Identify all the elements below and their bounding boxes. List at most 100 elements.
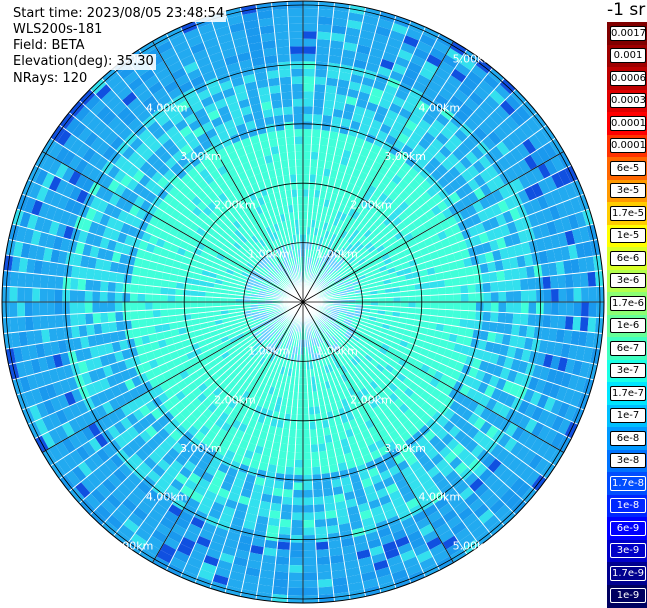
range-bin xyxy=(468,311,476,320)
range-bin xyxy=(468,293,476,302)
range-bin xyxy=(296,174,303,182)
range-bin xyxy=(544,302,552,315)
range-bin xyxy=(295,452,303,460)
colorbar-legend: 0.00170.0010.00060.00030.000170.00016e-5… xyxy=(607,22,647,607)
range-bin xyxy=(283,489,294,497)
range-bin xyxy=(273,16,288,25)
range-bin xyxy=(323,488,334,497)
range-bin xyxy=(445,310,453,318)
range-bin xyxy=(122,302,130,312)
range-bin xyxy=(303,415,309,423)
range-label: 3.00km xyxy=(180,150,222,163)
range-bin xyxy=(115,282,123,292)
range-bin xyxy=(205,297,213,302)
range-bin xyxy=(115,302,123,312)
range-bin xyxy=(277,542,290,551)
range-bin xyxy=(290,46,303,54)
range-bin xyxy=(314,92,325,100)
range-bin xyxy=(316,47,330,56)
colorbar-step-label: 3e-6 xyxy=(610,273,646,288)
range-bin xyxy=(100,302,108,313)
range-bin xyxy=(295,144,303,152)
range-bin xyxy=(520,278,528,290)
range-bin xyxy=(282,497,293,505)
range-bin xyxy=(71,266,80,279)
range-bin xyxy=(287,444,295,452)
ppi-scan-plot: 1.00km1.00km1.00km1.00km2.00km2.00km2.00… xyxy=(0,0,647,607)
range-bin xyxy=(303,550,316,558)
range-bin xyxy=(79,325,88,338)
range-bin xyxy=(288,573,303,581)
range-bin xyxy=(122,293,130,303)
range-bin xyxy=(48,275,57,289)
range-bin xyxy=(303,460,312,468)
colorbar-step: 1e-6 xyxy=(607,315,647,338)
range-bin xyxy=(70,302,78,314)
range-bin xyxy=(475,311,483,321)
range-bin xyxy=(483,292,491,302)
range-bin xyxy=(175,302,183,309)
range-bin xyxy=(290,61,303,69)
range-bin xyxy=(292,505,303,513)
colorbar-step-label: 6e-5 xyxy=(610,161,646,176)
range-bin xyxy=(565,274,574,289)
range-bin xyxy=(566,302,574,316)
range-bin xyxy=(205,302,213,307)
range-bin xyxy=(294,129,303,137)
field-text: Field: BETA xyxy=(11,38,86,54)
range-bin xyxy=(269,510,281,519)
range-bin xyxy=(303,99,314,107)
range-bin xyxy=(85,313,93,325)
range-bin xyxy=(101,323,110,334)
range-bin xyxy=(467,275,476,285)
range-bin xyxy=(314,519,326,527)
range-bin xyxy=(289,565,303,573)
range-bin xyxy=(123,283,131,293)
range-bin xyxy=(303,136,312,144)
range-bin xyxy=(153,310,161,318)
range-bin xyxy=(131,319,140,329)
range-bin xyxy=(10,302,18,317)
range-bin xyxy=(296,430,303,438)
range-bin xyxy=(277,54,290,63)
range-bin xyxy=(55,289,63,302)
range-bin xyxy=(138,310,146,319)
range-bin xyxy=(303,144,311,152)
range-bin xyxy=(40,302,48,316)
range-bin xyxy=(311,452,320,460)
nrays-text: NRays: 120 xyxy=(11,71,89,87)
range-bin xyxy=(283,107,294,115)
range-bin xyxy=(274,571,289,580)
range-bin xyxy=(520,313,528,325)
range-bin xyxy=(40,288,48,302)
range-bin xyxy=(321,122,331,131)
range-bin xyxy=(137,293,145,302)
range-bin xyxy=(303,182,309,190)
range-bin xyxy=(489,322,498,333)
range-bin xyxy=(453,310,461,319)
range-bin xyxy=(557,315,566,329)
range-bin xyxy=(303,565,317,573)
range-bin xyxy=(431,295,439,302)
range-bin xyxy=(528,278,537,291)
range-bin xyxy=(10,317,19,333)
start-time-text: Start time: 2023/08/05 23:48:54 xyxy=(11,6,226,22)
range-bin xyxy=(288,9,303,17)
range-bin xyxy=(94,323,103,335)
range-bin xyxy=(572,273,581,288)
range-bin xyxy=(481,321,490,332)
range-bin xyxy=(108,271,117,282)
range-bin xyxy=(320,130,330,139)
range-bin xyxy=(100,281,108,292)
range-bin xyxy=(291,527,303,535)
range-bin xyxy=(565,316,574,331)
range-bin xyxy=(511,324,520,336)
range-bin xyxy=(287,152,295,160)
range-bin xyxy=(303,520,315,528)
range-bin xyxy=(276,130,286,139)
range-bin xyxy=(145,310,153,319)
range-bin xyxy=(461,293,469,302)
range-bin xyxy=(137,302,145,311)
range-bin xyxy=(276,556,290,565)
range-bin xyxy=(290,54,303,62)
